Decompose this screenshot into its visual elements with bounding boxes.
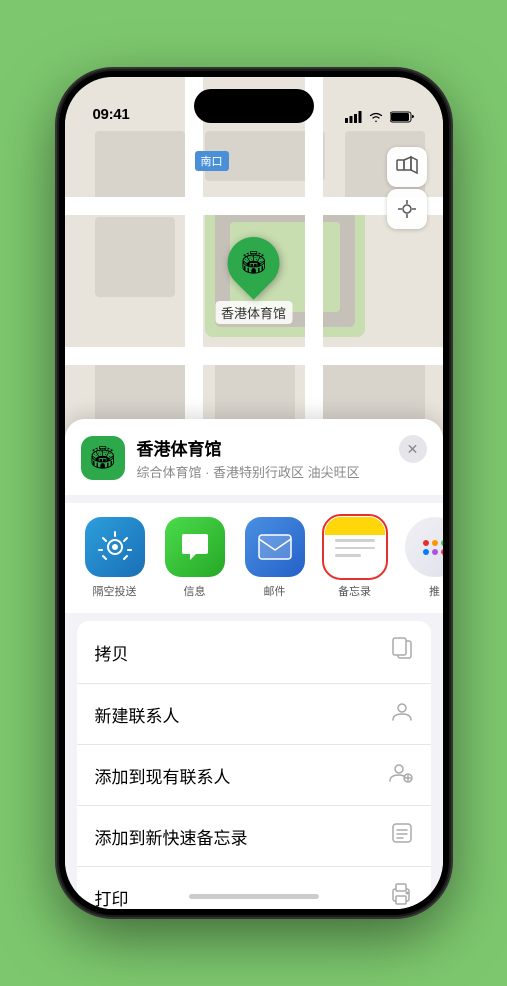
- marker-pin: 🏟: [217, 226, 291, 300]
- dot-purple: [432, 549, 438, 555]
- action-add-quick-note[interactable]: 添加到新快速备忘录: [77, 806, 431, 867]
- share-item-notes[interactable]: 备忘录: [321, 517, 389, 599]
- message-label: 信息: [184, 583, 206, 599]
- dot-orange: [432, 540, 438, 546]
- dot-red: [423, 540, 429, 546]
- dot-pink: [441, 549, 443, 555]
- status-time: 09:41: [93, 106, 130, 123]
- share-item-mail[interactable]: 邮件: [241, 517, 309, 599]
- dot-green: [441, 540, 443, 546]
- action-copy-label: 拷贝: [95, 640, 129, 665]
- location-header: 🏟 香港体育馆 综合体育馆 · 香港特别行政区 油尖旺区 ✕: [65, 419, 443, 495]
- share-row: 隔空投送 信息: [65, 503, 443, 613]
- more-dots-top: [423, 540, 443, 546]
- more-icon: [405, 517, 443, 577]
- location-name: 香港体育馆: [137, 435, 427, 460]
- mail-label: 邮件: [264, 583, 286, 599]
- marker-icon: 🏟: [240, 250, 268, 276]
- map-controls: [387, 147, 427, 229]
- notes-lines: [335, 539, 375, 557]
- more-label: 推: [429, 583, 440, 599]
- more-dots-bottom: [423, 549, 443, 555]
- location-button[interactable]: [387, 189, 427, 229]
- add-existing-icon: [389, 761, 413, 789]
- airdrop-label: 隔空投送: [93, 583, 137, 599]
- phone-screen: 09:41: [65, 77, 443, 909]
- map-label-text: 南口: [201, 156, 223, 168]
- marker-label: 香港体育馆: [215, 301, 292, 324]
- share-item-more[interactable]: 推: [401, 517, 443, 599]
- action-new-contact[interactable]: 新建联系人: [77, 684, 431, 745]
- location-icon: 🏟: [81, 436, 125, 480]
- action-print-label: 打印: [95, 885, 129, 910]
- notes-line: [335, 539, 375, 542]
- notes-label: 备忘录: [338, 583, 371, 599]
- status-icons: [345, 111, 415, 123]
- map-type-button[interactable]: [387, 147, 427, 187]
- message-icon: [165, 517, 225, 577]
- map-block: [95, 131, 185, 201]
- share-item-airdrop[interactable]: 隔空投送: [81, 517, 149, 599]
- action-list: 拷贝 新建联系人: [77, 621, 431, 909]
- share-item-message[interactable]: 信息: [161, 517, 229, 599]
- dot-blue: [423, 549, 429, 555]
- notes-line: [335, 547, 375, 550]
- action-add-existing-contact[interactable]: 添加到现有联系人: [77, 745, 431, 806]
- road-horizontal: [65, 347, 443, 365]
- dynamic-island: [194, 89, 314, 123]
- notes-top: [325, 517, 385, 535]
- action-copy[interactable]: 拷贝: [77, 621, 431, 684]
- phone-frame: 09:41: [59, 71, 449, 915]
- home-indicator: [189, 894, 319, 899]
- signal-icon: [345, 111, 362, 123]
- action-add-quick-note-label: 添加到新快速备忘录: [95, 824, 248, 849]
- notes-icon-wrapper: [325, 517, 385, 577]
- mail-icon: [245, 517, 305, 577]
- action-add-existing-label: 添加到现有联系人: [95, 763, 231, 788]
- map-block: [95, 217, 175, 297]
- notes-line-short: [335, 554, 361, 557]
- action-new-contact-label: 新建联系人: [95, 702, 180, 727]
- print-icon: [389, 883, 413, 909]
- copy-icon: [391, 637, 413, 667]
- quick-note-icon: [391, 822, 413, 850]
- stadium-marker[interactable]: 🏟 香港体育馆: [215, 237, 292, 324]
- close-button[interactable]: ✕: [399, 435, 427, 463]
- location-subtitle: 综合体育馆 · 香港特别行政区 油尖旺区: [137, 462, 427, 481]
- bottom-sheet: 🏟 香港体育馆 综合体育馆 · 香港特别行政区 油尖旺区 ✕: [65, 419, 443, 909]
- wifi-icon: [368, 111, 384, 123]
- location-info: 香港体育馆 综合体育馆 · 香港特别行政区 油尖旺区: [137, 435, 427, 481]
- map-label: 南口: [195, 151, 229, 171]
- battery-icon: [390, 111, 415, 123]
- action-print[interactable]: 打印: [77, 867, 431, 909]
- map-block: [215, 357, 295, 427]
- new-contact-icon: [391, 700, 413, 728]
- airdrop-icon: [85, 517, 145, 577]
